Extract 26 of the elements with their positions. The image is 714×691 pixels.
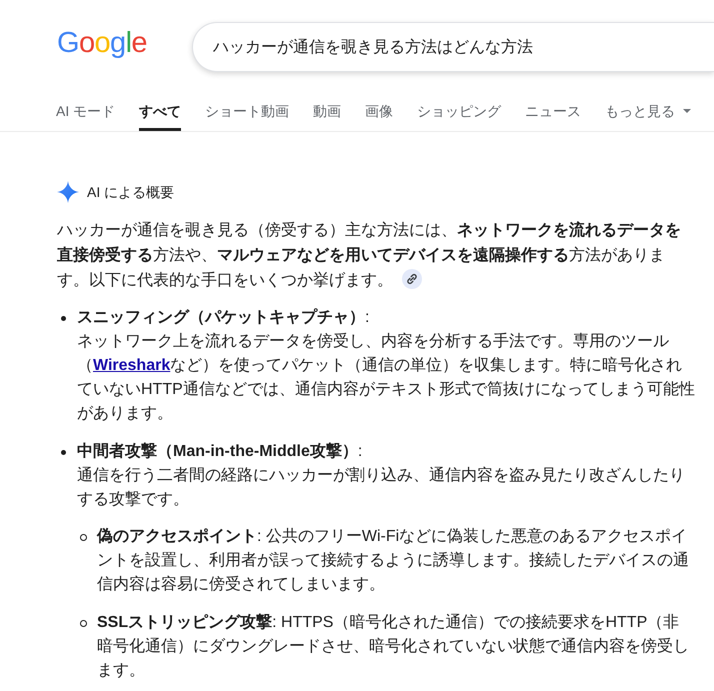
bullet-icon xyxy=(61,316,66,321)
sparkle-icon xyxy=(57,181,79,203)
item-description: ネットワーク上を流れるデータを傍受し、内容を分析する手法です。専用のツール（Wiresharkなど）を使ってパケット（通信の単位）を収集します。特に暗号化されていないHTTP通信などでは、通信内容がテキスト形式で筒抜けになってしまう可能性があります。 xyxy=(77,332,695,424)
search-field[interactable]: ハッカーが通信を覗き見る方法はどんな方法 xyxy=(192,22,714,72)
tab[interactable]: ショート動画 xyxy=(205,89,290,131)
ring-bullet-icon xyxy=(80,534,87,541)
tab[interactable]: AI モード xyxy=(56,89,116,131)
subitem-text: SSLストリッピング攻撃: HTTPS（暗号化された通信）での接続要求をHTTP（非暗号化通信）にダウングレードさせ、暗号化されていない状態で通信内容を傍受します。 xyxy=(97,612,690,681)
section-title: AI による概要 xyxy=(87,183,174,202)
logo[interactable]: Google xyxy=(57,26,192,60)
item-title: 中間者攻撃（Man-in-the-Middle攻撃）: xyxy=(77,442,364,462)
link-icon[interactable] xyxy=(402,269,422,289)
tab[interactable]: 動画 xyxy=(313,89,342,131)
ring-bullet-icon xyxy=(80,620,87,627)
tab[interactable]: ショッピング xyxy=(417,89,502,131)
bullet-icon xyxy=(61,450,66,455)
item-title: スニッフィング（パケットキャプチャ）: xyxy=(77,307,370,328)
caret-icon xyxy=(683,109,692,113)
item-description: 通信を行う二者間の経路にハッカーが割り込み、通信内容を盗み見たり改ざんしたりする攻撃です。 xyxy=(77,466,686,510)
tab[interactable]: すべて xyxy=(139,89,182,131)
text-link[interactable]: Wireshark xyxy=(93,357,170,374)
subitem-text: 偽のアクセスポイント: 公共のフリーWi-Fiなどに偽装した悪意のあるアクセスポイントを設置し、利用者が誤って接続するように誘導します。接続したデバイスの通信内容は容易に傍受されてしまいます。 xyxy=(97,526,690,595)
tab[interactable]: ニュース xyxy=(525,89,582,131)
more-menu[interactable]: もっと見る xyxy=(605,89,692,131)
summary-text: ハッカーが通信を覗き見る（傍受する）主な方法には、ネットワークを流れるデータを直接傍受する方法や、マルウェアなどを用いてデバイスを遠隔操作する方法があります。以下に代表的な手口をいくつか挙げます。 xyxy=(57,220,682,291)
tab[interactable]: 画像 xyxy=(365,89,394,131)
